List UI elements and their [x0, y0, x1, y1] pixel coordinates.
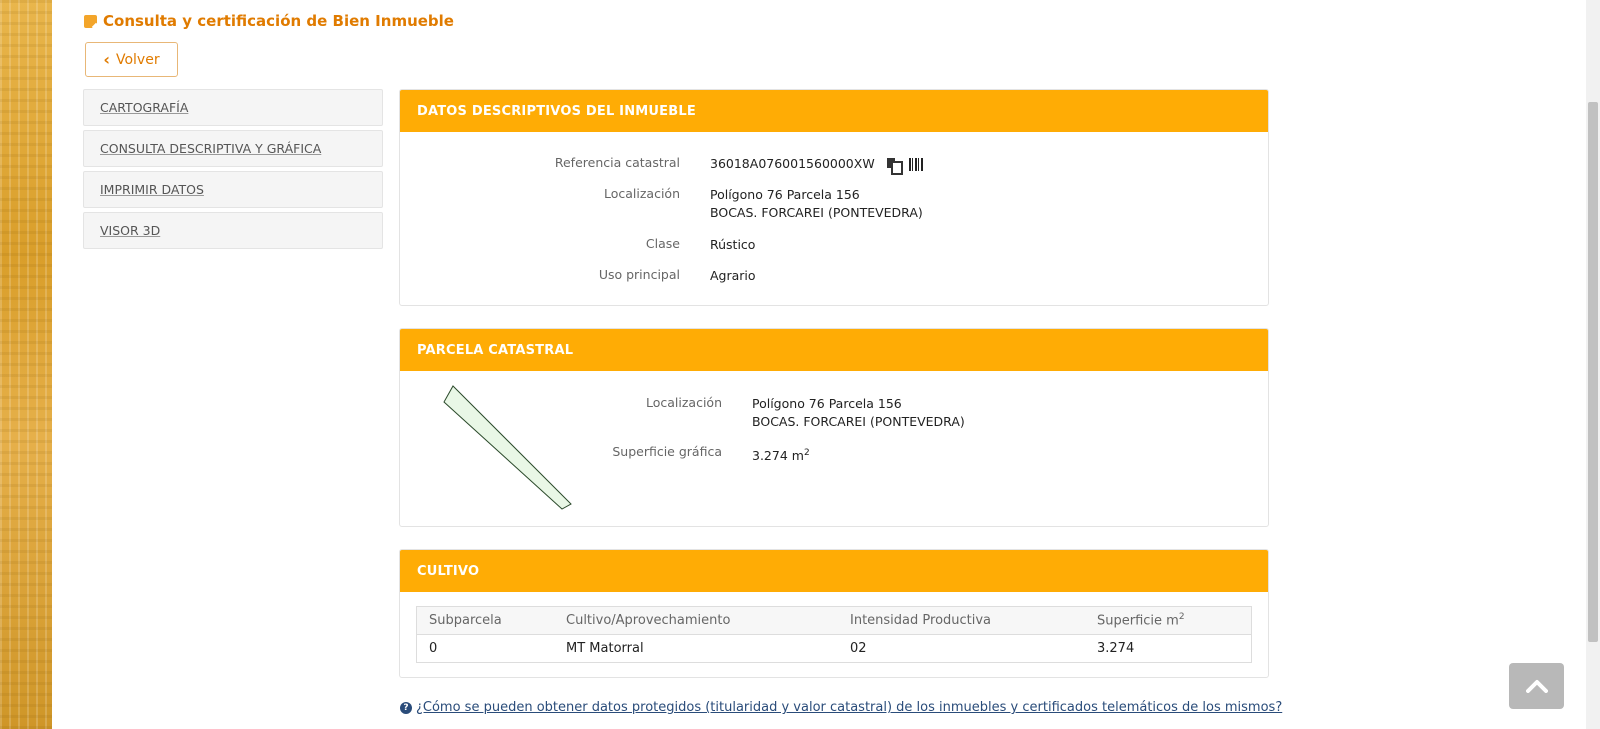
help-link[interactable]: ? ¿Cómo se pueden obtener datos protegid… — [400, 700, 1282, 715]
parcela-localizacion-line2: BOCAS. FORCAREI (PONTEVEDRA) — [752, 414, 965, 429]
back-to-top-button[interactable] — [1509, 663, 1564, 709]
parcel-shape-diagram — [443, 385, 572, 510]
chevron-left-icon: ‹ — [103, 49, 110, 69]
superficie-value: 3.274 m — [752, 448, 804, 464]
sidebar-item-cartografia[interactable]: CARTOGRAFÍA — [83, 89, 383, 126]
localizacion-row: Localización Polígono 76 Parcela 156 BOC… — [500, 186, 923, 222]
cell-cultivo: MT Matorral — [566, 641, 644, 656]
scrollbar-thumb[interactable] — [1588, 102, 1598, 642]
column-header-subparcela: Subparcela — [429, 613, 502, 628]
back-button[interactable]: ‹ Volver — [85, 42, 178, 77]
cell-subparcela: 0 — [429, 641, 438, 656]
chevron-up-icon — [1525, 680, 1548, 693]
ref-catastral-row: Referencia catastral 36018A076001560000X… — [500, 155, 923, 175]
parcel-polygon — [443, 385, 572, 510]
sidebar-item-imprimir[interactable]: IMPRIMIR DATOS — [83, 171, 383, 208]
uso-row: Uso principal Agrario — [500, 267, 756, 285]
sidebar-item-consulta[interactable]: CONSULTA DESCRIPTIVA Y GRÁFICA — [83, 130, 383, 167]
superficie-unit-exponent: 2 — [803, 448, 810, 458]
decorative-side-banner — [0, 0, 52, 729]
back-button-label: Volver — [115, 51, 160, 68]
page-title-text: Consulta y certificación de Bien Inmuebl… — [103, 12, 454, 30]
cell-intensidad: 02 — [850, 641, 867, 656]
localizacion-line1: Polígono 76 Parcela 156 — [710, 187, 860, 202]
parcela-localizacion-row: Localización Polígono 76 Parcela 156 BOC… — [560, 395, 965, 431]
clase-row: Clase Rústico — [500, 236, 756, 254]
parcela-panel-header: PARCELA CATASTRAL — [400, 329, 1268, 371]
copy-icon[interactable] — [886, 158, 903, 175]
clase-value: Rústico — [710, 237, 756, 252]
column-header-intensidad: Intensidad Productiva — [850, 613, 992, 628]
uso-label: Uso principal — [598, 267, 680, 282]
column-header-cultivo: Cultivo/Aprovechamiento — [566, 613, 731, 628]
localizacion-label: Localización — [603, 186, 680, 201]
page-title: Consulta y certificación de Bien Inmuebl… — [84, 12, 454, 30]
column-header-superficie: Superficie m2 — [1097, 612, 1185, 629]
datos-panel-header: DATOS DESCRIPTIVOS DEL INMUEBLE — [400, 90, 1268, 132]
ref-catastral-value: 36018A076001560000XW — [710, 156, 875, 171]
barcode-icon[interactable] — [908, 158, 923, 171]
question-icon: ? — [400, 701, 412, 714]
help-link-text[interactable]: ¿Cómo se pueden obtener datos protegidos… — [416, 700, 1282, 715]
uso-value: Agrario — [710, 268, 756, 283]
superficie-label: Superficie gráfica — [612, 444, 722, 459]
document-icon — [84, 14, 97, 28]
cultivo-panel-header: CULTIVO — [400, 550, 1268, 592]
cultivo-table: Subparcela Cultivo/Aprovechamiento Inten… — [416, 606, 1252, 663]
ref-catastral-label: Referencia catastral — [554, 155, 680, 170]
parcela-localizacion-label: Localización — [645, 395, 722, 410]
scrollbar[interactable] — [1586, 0, 1600, 729]
cell-superficie: 3.274 — [1097, 641, 1135, 656]
localizacion-line2: BOCAS. FORCAREI (PONTEVEDRA) — [710, 205, 923, 220]
table-header-row: Subparcela Cultivo/Aprovechamiento Inten… — [417, 607, 1251, 635]
superficie-row: Superficie gráfica 3.274 m2 — [560, 444, 810, 465]
sidebar-menu: CARTOGRAFÍA CONSULTA DESCRIPTIVA Y GRÁFI… — [83, 89, 383, 253]
clase-label: Clase — [645, 236, 680, 251]
parcela-localizacion-line1: Polígono 76 Parcela 156 — [752, 396, 902, 411]
sidebar-item-visor3d[interactable]: VISOR 3D — [83, 212, 383, 249]
table-row: 0 MT Matorral 02 3.274 — [417, 635, 1251, 662]
